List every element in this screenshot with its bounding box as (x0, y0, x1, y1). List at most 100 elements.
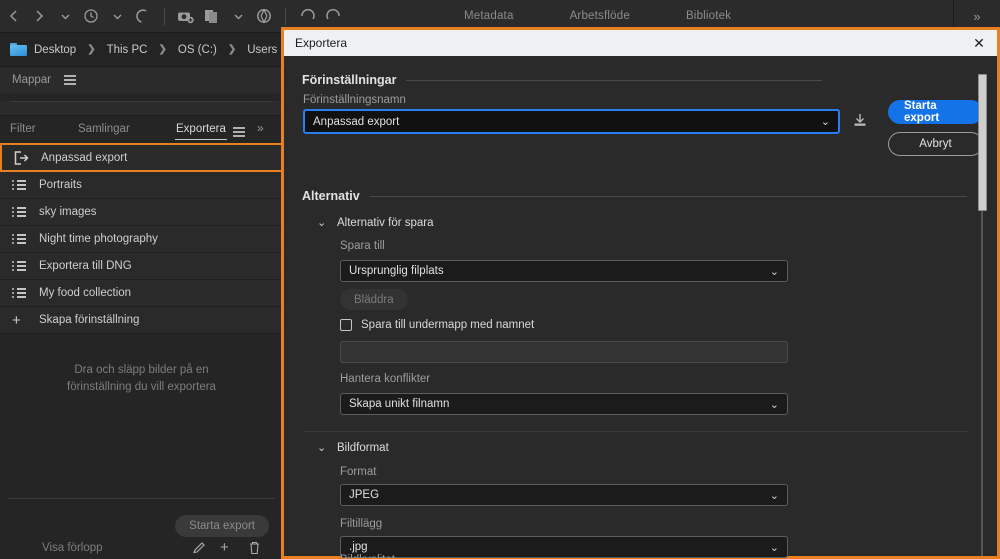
redo-icon[interactable] (320, 3, 346, 29)
breadcrumb-item-this-pc[interactable]: This PC (107, 44, 148, 56)
save-to-value: Ursprunglig filplats (349, 265, 444, 277)
undo-icon[interactable] (294, 3, 320, 29)
chevron-down-icon[interactable]: ⌄ (317, 441, 331, 454)
options-scrollbar-track[interactable] (981, 211, 983, 556)
save-to-select[interactable]: Ursprunglig filplats ⌄ (340, 260, 788, 282)
group-save-options-header[interactable]: ⌄ Alternativ för spara (317, 216, 434, 230)
dialog-titlebar: Exportera ✕ (284, 30, 997, 56)
checkbox-unchecked-icon[interactable] (340, 319, 352, 331)
preset-item-exportera-till-dng[interactable]: Exportera till DNG (0, 253, 283, 280)
folders-title: Mappar (12, 74, 51, 86)
drop-hint: Dra och släpp bilder på en förinställnin… (0, 362, 283, 396)
chevron-down-icon: ⌄ (769, 265, 779, 278)
presets-section-header: Förinställningar (284, 73, 822, 87)
photo-editor-window: Metadata Arbetsflöde Bibliotek » Desktop… (0, 0, 1000, 559)
chevron-down-icon[interactable]: ⌄ (317, 216, 331, 229)
breadcrumb-item-users[interactable]: Users (247, 44, 277, 56)
history-clock-icon[interactable] (78, 3, 104, 29)
file-extension-label: Filtillägg (340, 518, 383, 530)
preset-item-anpassad-export[interactable]: Anpassad export (0, 143, 283, 172)
folder-icon (10, 43, 27, 56)
start-export-button[interactable]: Starta export (888, 100, 983, 124)
cancel-button[interactable]: Avbryt (888, 132, 983, 156)
show-progress-label[interactable]: Visa förlopp (42, 542, 103, 554)
hamburger-icon[interactable] (233, 127, 245, 137)
handle-conflicts-value: Skapa unikt filnamn (349, 398, 450, 410)
pencil-icon[interactable] (192, 541, 206, 559)
dialog-title: Exportera (295, 36, 348, 50)
preset-item-my-food-collection[interactable]: My food collection (0, 280, 283, 307)
preset-label: Anpassad export (41, 151, 128, 164)
toolbar-divider (164, 7, 165, 25)
chevron-right-icon: ❯ (158, 44, 167, 55)
preset-label: My food collection (39, 287, 132, 299)
menu-workflow[interactable]: Arbetsflöde (570, 10, 630, 22)
breadcrumb-item-desktop[interactable]: Desktop (34, 44, 76, 56)
drop-hint-line-1: Dra och släpp bilder på en (74, 364, 209, 376)
forward-arrow-icon[interactable] (26, 3, 52, 29)
close-icon[interactable]: ✕ (969, 35, 989, 52)
tab-export[interactable]: Exportera (175, 123, 227, 140)
preset-label: Skapa förinställning (39, 314, 140, 326)
handle-conflicts-select[interactable]: Skapa unikt filnamn ⌄ (340, 393, 788, 415)
save-subfolder-label: Spara till undermapp med namnet (361, 319, 535, 331)
panel-tabs-overflow[interactable]: » (257, 121, 264, 135)
chevron-down-icon[interactable] (225, 3, 251, 29)
menu-metadata[interactable]: Metadata (464, 10, 514, 22)
list-icon (12, 207, 30, 217)
copy-stack-icon[interactable] (199, 3, 225, 29)
export-dialog: Exportera ✕ Förinställningar Förinställn… (281, 27, 1000, 559)
folders-empty-strip (0, 101, 283, 115)
chevron-down-icon[interactable] (52, 3, 78, 29)
list-icon (12, 288, 30, 298)
trash-icon[interactable] (248, 541, 261, 559)
format-value: JPEG (349, 489, 380, 501)
plus-icon[interactable]: + (220, 540, 229, 555)
panel-start-export-button[interactable]: Starta export (175, 515, 269, 537)
chevron-down-icon: ⌄ (769, 398, 779, 411)
subfolder-name-input[interactable] (340, 341, 788, 363)
preset-item-night-time-photography[interactable]: Night time photography (0, 226, 283, 253)
aperture-icon[interactable] (251, 3, 277, 29)
tab-collections[interactable]: Samlingar (78, 123, 130, 135)
preset-item-create-preset[interactable]: + Skapa förinställning (0, 307, 283, 334)
list-icon (12, 234, 30, 244)
options-scrollbar-thumb[interactable] (978, 74, 987, 211)
presets-section-title: Förinställningar (302, 73, 397, 87)
panel-footer: Visa förlopp + (0, 537, 283, 559)
save-subfolder-checkbox-row[interactable]: Spara till undermapp med namnet (340, 319, 534, 331)
chevron-down-icon: ⌄ (769, 489, 779, 502)
moon-icon[interactable] (130, 3, 156, 29)
preset-name-value: Anpassad export (313, 115, 400, 128)
browse-button[interactable]: Bläddra (340, 289, 408, 310)
preset-label: Night time photography (39, 233, 158, 245)
toolbar-overflow-button[interactable]: » (954, 9, 1000, 24)
group-image-format-header[interactable]: ⌄ Bildformat (317, 441, 389, 455)
panel-tabs: Filter Samlingar Exportera » (0, 115, 283, 143)
format-label: Format (340, 466, 377, 478)
preset-item-portraits[interactable]: Portraits (0, 172, 283, 199)
export-arrow-icon (14, 150, 32, 165)
chevron-right-icon: ❯ (227, 44, 237, 55)
preset-name-label: Förinställningsnamn (303, 94, 406, 106)
save-disc-icon[interactable] (850, 110, 870, 130)
hamburger-icon[interactable] (64, 75, 76, 85)
folders-header: Mappar (0, 67, 283, 93)
panel-divider (8, 498, 275, 499)
chevron-down-icon[interactable] (104, 3, 130, 29)
back-arrow-icon[interactable] (0, 3, 26, 29)
format-select[interactable]: JPEG ⌄ (340, 484, 788, 506)
breadcrumb-item-os-c[interactable]: OS (C:) (178, 44, 217, 56)
camera-add-icon[interactable] (173, 3, 199, 29)
preset-label: sky images (39, 206, 97, 218)
preset-name-select[interactable]: Anpassad export ⌄ (303, 109, 840, 134)
left-panel: Mappar Filter Samlingar Exportera » Anpa… (0, 67, 283, 559)
tab-filter[interactable]: Filter (10, 123, 36, 135)
save-to-label: Spara till (340, 240, 385, 252)
menu-library[interactable]: Bibliotek (686, 10, 731, 22)
preset-list: Anpassad export Portraits sky images Nig… (0, 143, 283, 334)
preset-item-sky-images[interactable]: sky images (0, 199, 283, 226)
preset-label: Exportera till DNG (39, 260, 132, 272)
options-section-title: Alternativ (302, 189, 360, 203)
section-rule-2 (369, 195, 967, 197)
